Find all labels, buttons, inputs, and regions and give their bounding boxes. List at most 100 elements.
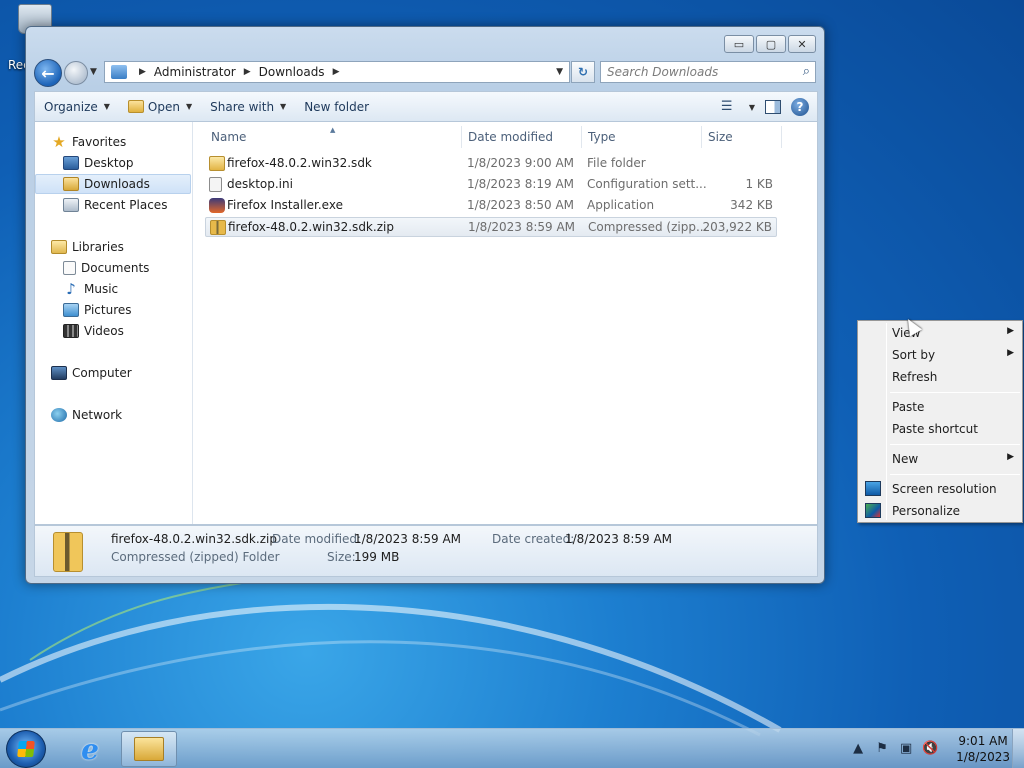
minimize-button[interactable]: ▭ bbox=[724, 35, 754, 53]
breadcrumb-chevron-icon[interactable]: ▶ bbox=[139, 67, 146, 77]
file-date: 1/8/2023 8:59 AM bbox=[468, 220, 576, 234]
menu-new-label: New bbox=[892, 452, 919, 466]
column-header-size[interactable]: Size bbox=[702, 126, 782, 148]
breadcrumb-administrator[interactable]: Administrator bbox=[154, 65, 236, 79]
file-row[interactable]: firefox-48.0.2.win32.sdk 1/8/2023 9:00 A… bbox=[205, 154, 777, 174]
menu-item-refresh[interactable]: Refresh bbox=[860, 366, 1020, 388]
more-options-chevron-icon[interactable]: ▼ bbox=[749, 95, 755, 119]
folder-icon bbox=[209, 156, 225, 171]
downloads-icon bbox=[63, 177, 79, 191]
internet-explorer-icon: e bbox=[81, 732, 99, 766]
address-row: ← ▼ ▶ Administrator ▶ Downloads ▶ ▼ ↻ ⌕ bbox=[34, 59, 818, 87]
nav-computer[interactable]: Computer bbox=[51, 363, 132, 383]
downloads-folder-icon bbox=[111, 65, 127, 79]
breadcrumb-chevron-icon[interactable]: ▶ bbox=[244, 67, 251, 77]
nav-recent-places-label: Recent Places bbox=[84, 198, 168, 212]
search-input[interactable] bbox=[601, 62, 791, 82]
desktop-icon bbox=[63, 156, 79, 170]
network-tray-icon[interactable]: ▣ bbox=[898, 741, 914, 757]
column-header-type[interactable]: Type bbox=[582, 126, 702, 148]
back-button[interactable]: ← bbox=[34, 59, 62, 87]
nav-videos[interactable]: Videos bbox=[63, 321, 124, 341]
zip-icon bbox=[210, 220, 226, 235]
refresh-button[interactable]: ↻ bbox=[571, 61, 595, 83]
chevron-down-icon: ▼ bbox=[185, 102, 193, 111]
file-type: Compressed (zipp... bbox=[588, 220, 708, 234]
new-folder-button[interactable]: New folder bbox=[295, 95, 378, 119]
documents-icon bbox=[63, 261, 76, 275]
new-folder-label: New folder bbox=[304, 99, 370, 114]
show-desktop-button[interactable] bbox=[1012, 729, 1024, 768]
file-row[interactable]: Firefox Installer.exe 1/8/2023 8:50 AM A… bbox=[205, 196, 777, 216]
windows-logo-icon bbox=[17, 741, 35, 757]
nav-libraries[interactable]: Libraries bbox=[51, 237, 124, 257]
breadcrumb-downloads[interactable]: Downloads bbox=[259, 65, 325, 79]
file-size: 203,922 KB bbox=[702, 220, 772, 234]
volume-muted-icon[interactable]: 🔇 bbox=[922, 741, 938, 757]
details-file-name: firefox-48.0.2.win32.sdk.zip bbox=[111, 532, 277, 546]
nav-music-label: Music bbox=[84, 282, 119, 296]
change-view-icon[interactable]: ☰ bbox=[721, 100, 739, 114]
recent-pages-dropdown[interactable]: ▼ bbox=[90, 67, 97, 77]
menu-separator bbox=[890, 392, 1020, 393]
maximize-button[interactable]: ▢ bbox=[756, 35, 786, 53]
address-bar[interactable]: ▶ Administrator ▶ Downloads ▶ ▼ bbox=[104, 61, 570, 83]
organize-button[interactable]: Organize ▼ bbox=[35, 95, 119, 119]
taskbar-windows-explorer[interactable] bbox=[121, 731, 177, 767]
close-button[interactable]: ✕ bbox=[788, 35, 816, 53]
nav-favorites[interactable]: ★ Favorites bbox=[51, 132, 126, 152]
menu-refresh-label: Refresh bbox=[892, 370, 938, 384]
file-date: 1/8/2023 9:00 AM bbox=[467, 156, 575, 170]
menu-paste-label: Paste bbox=[892, 400, 925, 414]
menu-item-paste-shortcut[interactable]: Paste shortcut bbox=[860, 418, 1020, 440]
show-hidden-icons-button[interactable]: ▲ bbox=[850, 741, 866, 757]
taskbar-internet-explorer[interactable]: e bbox=[62, 731, 118, 767]
breadcrumb-chevron-icon[interactable]: ▶ bbox=[333, 67, 340, 77]
nav-network[interactable]: Network bbox=[51, 405, 122, 425]
nav-pictures-label: Pictures bbox=[84, 303, 132, 317]
nav-downloads[interactable]: Downloads bbox=[35, 174, 191, 194]
clock[interactable]: 9:01 AM 1/8/2023 bbox=[956, 733, 1010, 765]
file-date: 1/8/2023 8:19 AM bbox=[467, 177, 575, 191]
nav-desktop[interactable]: Desktop bbox=[63, 153, 134, 173]
menu-item-screen-resolution[interactable]: Screen resolution bbox=[860, 478, 1020, 500]
screen-resolution-icon bbox=[865, 481, 881, 496]
command-bar: Organize ▼ Open ▼ Share with ▼ New folde… bbox=[34, 91, 818, 121]
search-icon[interactable]: ⌕ bbox=[803, 64, 810, 79]
nav-network-label: Network bbox=[72, 408, 123, 422]
nav-music[interactable]: ♪ Music bbox=[63, 279, 118, 299]
share-with-button[interactable]: Share with ▼ bbox=[201, 95, 295, 119]
file-type: Configuration sett... bbox=[587, 177, 707, 191]
column-type-label: Type bbox=[588, 130, 616, 144]
menu-item-personalize[interactable]: Personalize bbox=[860, 500, 1020, 522]
details-file-kind: Compressed (zipped) Folder bbox=[111, 550, 280, 564]
open-button[interactable]: Open ▼ bbox=[119, 95, 201, 119]
address-history-dropdown-icon[interactable]: ▼ bbox=[556, 67, 563, 77]
search-box[interactable]: ⌕ bbox=[600, 61, 816, 83]
column-header-name[interactable]: Name ▲ bbox=[205, 126, 462, 148]
action-center-flag-icon[interactable]: ⚑ bbox=[874, 741, 890, 757]
menu-personalize-label: Personalize bbox=[892, 504, 961, 518]
column-header-date-modified[interactable]: Date modified bbox=[462, 126, 582, 148]
details-date-created: 1/8/2023 8:59 AM bbox=[565, 532, 673, 546]
file-size: 1 KB bbox=[745, 177, 773, 191]
column-date-label: Date modified bbox=[468, 130, 554, 144]
file-name: firefox-48.0.2.win32.sdk bbox=[227, 156, 372, 170]
nav-documents[interactable]: Documents bbox=[63, 258, 149, 278]
file-row-selected[interactable]: firefox-48.0.2.win32.sdk.zip 1/8/2023 8:… bbox=[205, 217, 777, 237]
nav-recent-places[interactable]: Recent Places bbox=[63, 195, 167, 215]
clock-time: 9:01 AM bbox=[958, 734, 1008, 748]
menu-item-sort-by[interactable]: Sort by ▶ bbox=[860, 344, 1020, 366]
nav-pictures[interactable]: Pictures bbox=[63, 300, 132, 320]
help-icon[interactable]: ? bbox=[791, 98, 809, 116]
start-button[interactable] bbox=[6, 730, 46, 768]
menu-item-new[interactable]: New ▶ bbox=[860, 448, 1020, 470]
chevron-down-icon: ▼ bbox=[103, 102, 110, 111]
file-row[interactable]: desktop.ini 1/8/2023 8:19 AM Configurati… bbox=[205, 175, 777, 195]
pictures-icon bbox=[63, 303, 79, 317]
column-size-label: Size bbox=[708, 130, 733, 144]
menu-item-view[interactable]: View ▶ bbox=[860, 322, 1020, 344]
preview-pane-icon[interactable] bbox=[765, 100, 781, 114]
menu-item-paste[interactable]: Paste bbox=[860, 396, 1020, 418]
forward-button[interactable] bbox=[64, 61, 88, 85]
